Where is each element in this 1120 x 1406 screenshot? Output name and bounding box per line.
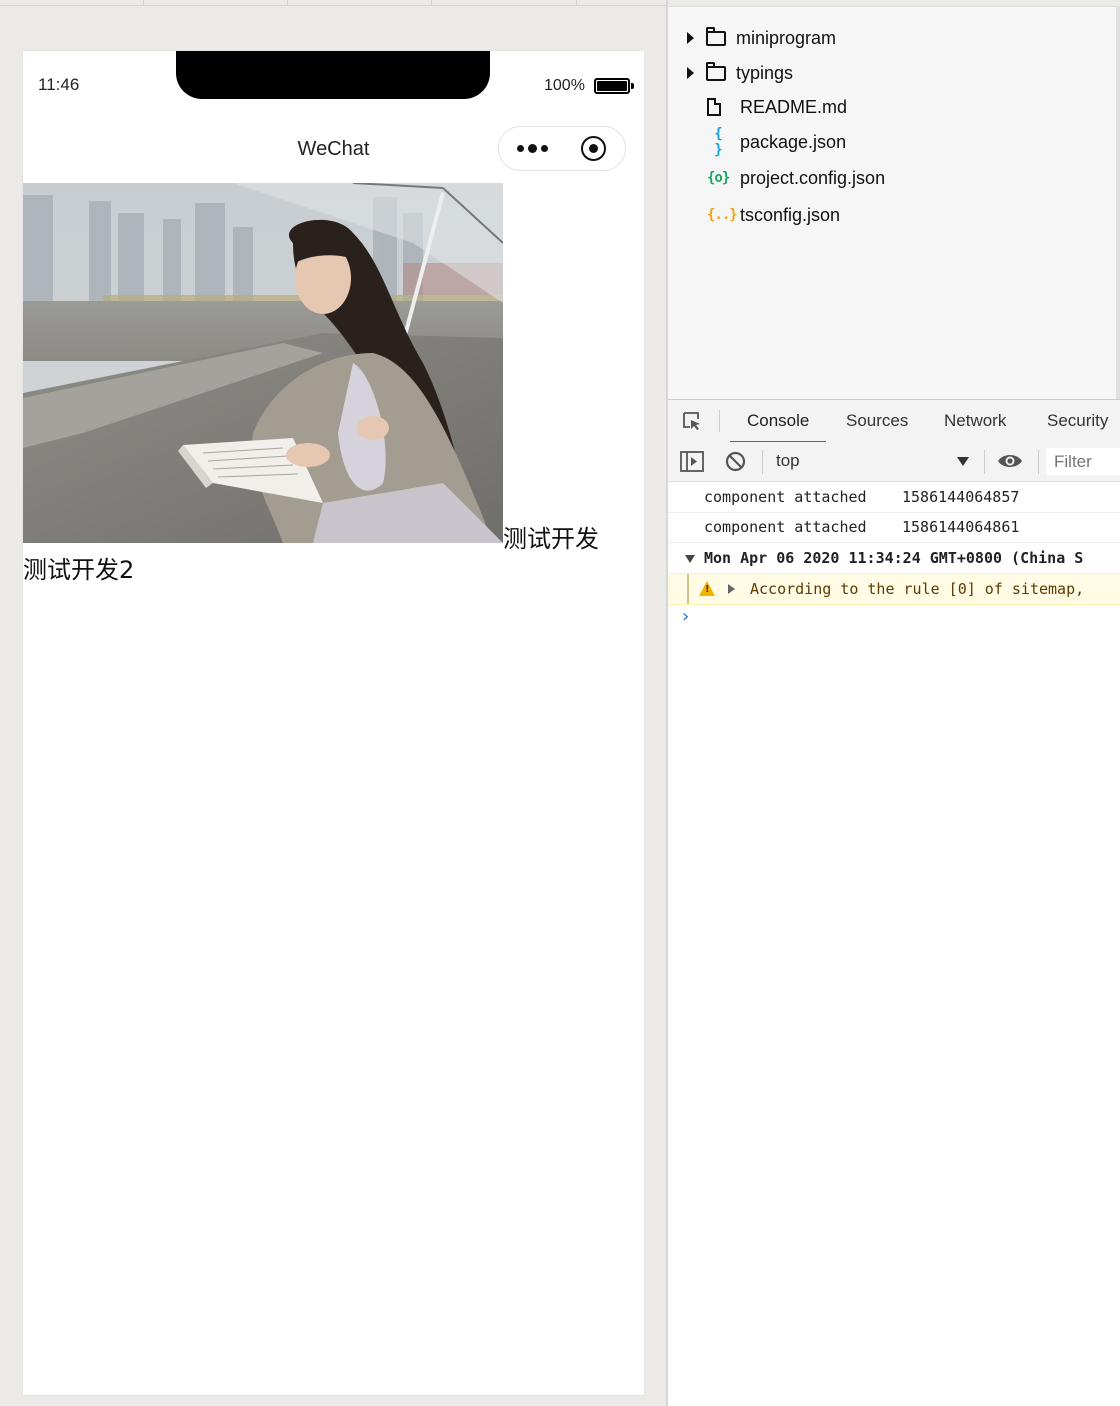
console-warning-row[interactable]: ! According to the rule [0] of sitemap, bbox=[668, 573, 1120, 605]
log-value: 1586144064861 bbox=[902, 518, 1020, 536]
log-value: 1586144064857 bbox=[902, 488, 1020, 506]
tree-item-project-config[interactable]: {o} project.config.json bbox=[668, 163, 885, 193]
ts-json-icon: {..} bbox=[707, 207, 738, 223]
tree-item-label: typings bbox=[736, 62, 794, 83]
status-time: 11:46 bbox=[38, 75, 80, 94]
filter-input[interactable] bbox=[1046, 448, 1120, 475]
tree-item-tsconfig[interactable]: {..} tsconfig.json bbox=[668, 200, 840, 230]
tab-console[interactable]: Console bbox=[729, 400, 827, 443]
woman-reading-photo bbox=[23, 183, 503, 543]
test-text-1: 测试开发 bbox=[503, 525, 599, 553]
log-message: component attached bbox=[704, 518, 867, 536]
tab-network[interactable]: Network bbox=[944, 400, 1006, 442]
tree-item-label: tsconfig.json bbox=[740, 204, 841, 225]
phone-notch bbox=[176, 51, 490, 99]
tree-item-label: project.config.json bbox=[740, 167, 886, 188]
more-menu-button[interactable] bbox=[513, 127, 551, 169]
tab-sources[interactable]: Sources bbox=[846, 400, 908, 442]
config-json-icon: {o} bbox=[707, 170, 730, 186]
inspect-element-icon[interactable] bbox=[682, 411, 702, 431]
phone-simulator: 11:46 100% WeChat 测试开发 测试开发2 bbox=[23, 51, 644, 1395]
test-text-2: 测试开发2 bbox=[23, 556, 135, 584]
tree-item-readme[interactable]: README.md bbox=[668, 92, 847, 122]
scrollbar[interactable] bbox=[1116, 6, 1120, 399]
devtools-tabbar: Console Sources Network Security bbox=[668, 399, 1120, 443]
warning-text: According to the rule [0] of sitemap, bbox=[750, 580, 1085, 598]
warning-icon: ! bbox=[699, 581, 715, 596]
file-icon bbox=[707, 98, 721, 116]
tree-item-typings[interactable]: typings bbox=[668, 58, 793, 88]
console-group-header[interactable]: Mon Apr 06 2020 11:34:24 GMT+0800 (China… bbox=[668, 543, 1120, 573]
collapse-arrow-icon[interactable] bbox=[685, 555, 695, 563]
tree-item-package-json[interactable]: { } package.json bbox=[668, 126, 847, 158]
log-message: component attached bbox=[704, 488, 867, 506]
json-icon: { } bbox=[714, 126, 722, 158]
battery-percent: 100% bbox=[544, 77, 585, 94]
tree-item-label: README.md bbox=[740, 96, 848, 117]
console-log-row: component attached 1586144064857 bbox=[668, 482, 1120, 513]
tree-item-label: miniprogram bbox=[736, 27, 837, 48]
file-explorer: miniprogram typings README.md { } packag… bbox=[668, 6, 1116, 400]
console-toolbar: top bbox=[668, 442, 1120, 482]
battery-icon bbox=[594, 78, 634, 94]
expand-arrow-icon[interactable] bbox=[728, 584, 735, 594]
console-output: component attached 1586144064857 compone… bbox=[668, 482, 1120, 1406]
eye-icon[interactable] bbox=[997, 453, 1023, 469]
close-miniprogram-button[interactable] bbox=[581, 136, 606, 161]
expand-arrow-icon[interactable] bbox=[687, 32, 694, 44]
context-selector[interactable]: top bbox=[776, 451, 800, 471]
clear-console-icon[interactable] bbox=[725, 451, 746, 472]
tree-item-miniprogram[interactable]: miniprogram bbox=[668, 23, 836, 53]
folder-icon bbox=[706, 26, 726, 46]
toggle-sidebar-icon[interactable] bbox=[680, 451, 704, 472]
chevron-down-icon[interactable] bbox=[957, 457, 969, 466]
folder-icon bbox=[706, 61, 726, 81]
simulator-toolbar bbox=[0, 0, 666, 6]
tree-item-label: package.json bbox=[740, 131, 847, 152]
wechat-capsule bbox=[498, 126, 626, 171]
console-log-row: component attached 1586144064861 bbox=[668, 512, 1120, 543]
group-header-text: Mon Apr 06 2020 11:34:24 GMT+0800 (China… bbox=[704, 549, 1084, 567]
console-prompt-icon[interactable]: › bbox=[682, 606, 689, 627]
tab-security[interactable]: Security bbox=[1047, 400, 1108, 442]
expand-arrow-icon[interactable] bbox=[687, 67, 694, 79]
